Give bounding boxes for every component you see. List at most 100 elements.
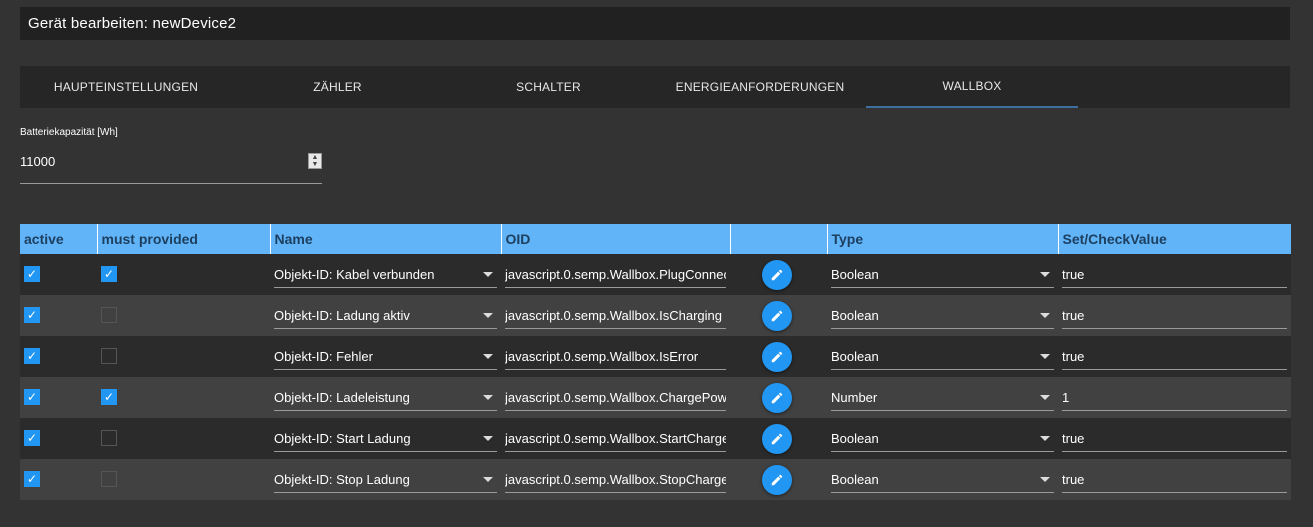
tab-schalter[interactable]: SCHALTER bbox=[443, 66, 654, 108]
tab-haupteinstellungen[interactable]: HAUPTEINSTELLUNGEN bbox=[20, 66, 232, 108]
name-select[interactable]: Objekt-ID: Start Ladung bbox=[274, 426, 497, 452]
chevron-down-icon bbox=[483, 476, 493, 482]
spin-down-icon[interactable]: ▼ bbox=[312, 161, 319, 168]
must-provided-checkbox[interactable] bbox=[101, 307, 117, 324]
tab-wallbox[interactable]: WALLBOX bbox=[866, 66, 1078, 108]
table-row: ✓ ✓ Objekt-ID: Kabel verbunden javascript.0… bbox=[20, 254, 1291, 295]
header-must-provided: must provided bbox=[97, 224, 271, 254]
type-select[interactable]: Boolean bbox=[831, 303, 1054, 329]
header-oid: OID bbox=[501, 224, 731, 254]
type-select[interactable]: Number bbox=[831, 385, 1054, 411]
chevron-down-icon bbox=[483, 271, 493, 277]
active-checkbox[interactable]: ✓ bbox=[24, 389, 40, 406]
battery-capacity-label: Batteriekapazität [Wh] bbox=[20, 127, 118, 138]
table-row: ✓ Objekt-ID: Fehler javascript.0.semp.Wall… bbox=[20, 336, 1291, 377]
edit-oid-button[interactable] bbox=[762, 423, 792, 454]
type-select-value: Boolean bbox=[831, 430, 879, 446]
chevron-down-icon bbox=[483, 435, 493, 441]
chevron-down-icon bbox=[1040, 353, 1050, 359]
chevron-down-icon bbox=[1040, 271, 1050, 277]
tab-bar: HAUPTEINSTELLUNGEN ZÄHLER SCHALTER ENERG… bbox=[20, 66, 1290, 108]
table-row: ✓ ✓ Objekt-ID: Ladeleistung javascript.0.se… bbox=[20, 377, 1291, 418]
pencil-icon bbox=[771, 433, 783, 444]
name-select-value: Objekt-ID: Fehler bbox=[274, 348, 373, 364]
edit-oid-button[interactable] bbox=[762, 259, 792, 290]
oid-input[interactable]: javascript.0.semp.Wallbox.IsCharging bbox=[505, 303, 726, 329]
table-row: ✓ Objekt-ID: Ladung aktiv javascript.0.sem… bbox=[20, 295, 1291, 336]
spin-arrows-icon[interactable]: ▲ ▼ bbox=[308, 153, 322, 169]
set-check-value-input[interactable]: true bbox=[1062, 262, 1287, 288]
pencil-icon bbox=[771, 269, 783, 280]
name-select[interactable]: Objekt-ID: Stop Ladung bbox=[274, 467, 497, 493]
type-select[interactable]: Boolean bbox=[831, 467, 1054, 493]
set-check-value-input[interactable]: true bbox=[1062, 426, 1287, 452]
header-active: active bbox=[20, 224, 98, 254]
name-select-value: Objekt-ID: Start Ladung bbox=[274, 430, 411, 446]
pencil-icon bbox=[771, 351, 783, 362]
name-select[interactable]: Objekt-ID: Ladung aktiv bbox=[274, 303, 497, 329]
active-checkbox[interactable]: ✓ bbox=[24, 266, 40, 283]
name-select-value: Objekt-ID: Stop Ladung bbox=[274, 471, 410, 487]
dialog-title: Gerät bearbeiten: newDevice2 bbox=[20, 7, 1290, 40]
chevron-down-icon bbox=[1040, 435, 1050, 441]
set-check-value-input[interactable]: 1 bbox=[1062, 385, 1287, 411]
header-set-check-value: Set/CheckValue bbox=[1058, 224, 1291, 254]
type-select-value: Boolean bbox=[831, 471, 879, 487]
must-provided-checkbox[interactable]: ✓ bbox=[101, 266, 117, 283]
chevron-down-icon bbox=[483, 312, 493, 318]
pencil-icon bbox=[771, 474, 783, 485]
chevron-down-icon bbox=[483, 353, 493, 359]
type-select[interactable]: Boolean bbox=[831, 262, 1054, 288]
type-select[interactable]: Boolean bbox=[831, 344, 1054, 370]
table-row: ✓ Objekt-ID: Start Ladung javascript.0.sem… bbox=[20, 418, 1291, 459]
name-select-value: Objekt-ID: Ladung aktiv bbox=[274, 307, 410, 323]
oid-input[interactable]: javascript.0.semp.Wallbox.StartCharge bbox=[505, 426, 726, 452]
name-select[interactable]: Objekt-ID: Fehler bbox=[274, 344, 497, 370]
spin-up-icon[interactable]: ▲ bbox=[312, 154, 319, 161]
must-provided-checkbox[interactable] bbox=[101, 430, 117, 447]
active-checkbox[interactable]: ✓ bbox=[24, 430, 40, 447]
chevron-down-icon bbox=[483, 394, 493, 400]
battery-capacity-value: 11000 bbox=[20, 154, 56, 169]
tab-zaehler[interactable]: ZÄHLER bbox=[232, 66, 443, 108]
set-check-value-input[interactable]: true bbox=[1062, 344, 1287, 370]
type-select[interactable]: Boolean bbox=[831, 426, 1054, 452]
active-checkbox[interactable]: ✓ bbox=[24, 348, 40, 365]
active-checkbox[interactable]: ✓ bbox=[24, 471, 40, 488]
name-select-value: Objekt-ID: Kabel verbunden bbox=[274, 266, 435, 282]
battery-capacity-input[interactable]: 11000 ▲ ▼ bbox=[20, 148, 322, 184]
edit-oid-button[interactable] bbox=[762, 341, 792, 372]
table-row: ✓ Objekt-ID: Stop Ladung javascript.0.semp… bbox=[20, 459, 1291, 500]
chevron-down-icon bbox=[1040, 394, 1050, 400]
must-provided-checkbox[interactable] bbox=[101, 471, 117, 488]
chevron-down-icon bbox=[1040, 312, 1050, 318]
oid-input[interactable]: javascript.0.semp.Wallbox.PlugConnected bbox=[505, 262, 726, 288]
type-select-value: Number bbox=[831, 389, 878, 405]
edit-oid-button[interactable] bbox=[762, 464, 792, 495]
tab-energieanforderungen[interactable]: ENERGIEANFORDERUNGEN bbox=[654, 66, 866, 108]
set-check-value-input[interactable]: true bbox=[1062, 303, 1287, 329]
oid-input[interactable]: javascript.0.semp.Wallbox.StopCharge bbox=[505, 467, 726, 493]
dialog-title-text: Gerät bearbeiten: newDevice2 bbox=[28, 15, 237, 32]
must-provided-checkbox[interactable]: ✓ bbox=[101, 389, 117, 406]
name-select[interactable]: Objekt-ID: Kabel verbunden bbox=[274, 262, 497, 288]
edit-oid-button[interactable] bbox=[762, 382, 792, 413]
type-select-value: Boolean bbox=[831, 307, 879, 323]
active-checkbox[interactable]: ✓ bbox=[24, 307, 40, 324]
set-check-value-input[interactable]: true bbox=[1062, 467, 1287, 493]
header-edit bbox=[730, 224, 828, 254]
type-select-value: Boolean bbox=[831, 266, 879, 282]
chevron-down-icon bbox=[1040, 476, 1050, 482]
name-select[interactable]: Objekt-ID: Ladeleistung bbox=[274, 385, 497, 411]
oid-input[interactable]: javascript.0.semp.Wallbox.ChargePower bbox=[505, 385, 726, 411]
name-select-value: Objekt-ID: Ladeleistung bbox=[274, 389, 410, 405]
header-name: Name bbox=[270, 224, 502, 254]
header-type: Type bbox=[827, 224, 1059, 254]
wallbox-table: active must provided Name OID Type Set/C… bbox=[20, 224, 1291, 500]
edit-oid-button[interactable] bbox=[762, 300, 792, 331]
type-select-value: Boolean bbox=[831, 348, 879, 364]
pencil-icon bbox=[771, 310, 783, 321]
oid-input[interactable]: javascript.0.semp.Wallbox.IsError bbox=[505, 344, 726, 370]
must-provided-checkbox[interactable] bbox=[101, 348, 117, 365]
table-header-row: active must provided Name OID Type Set/C… bbox=[20, 224, 1291, 254]
